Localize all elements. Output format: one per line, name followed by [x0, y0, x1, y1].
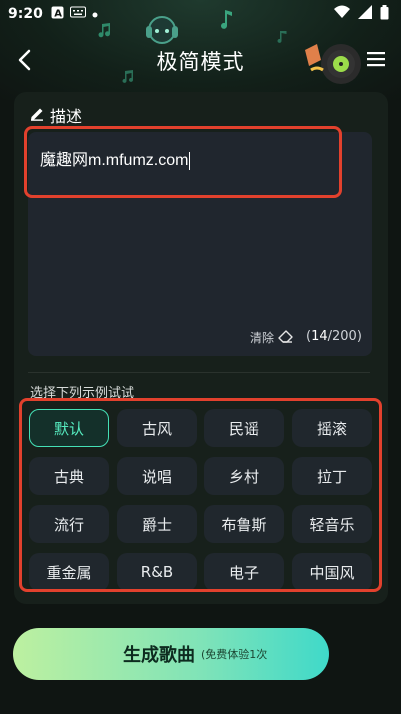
- highlight-box-examples: [19, 398, 382, 592]
- description-label-text: 描述: [50, 107, 83, 126]
- status-bar: 9:20 A: [0, 0, 401, 28]
- edit-icon: [30, 106, 44, 125]
- eraser-icon: [278, 329, 293, 346]
- signal-icon: [358, 5, 372, 23]
- generate-song-label: 生成歌曲: [123, 645, 195, 666]
- generate-song-button[interactable]: 生成歌曲 (免费体验1次: [13, 628, 329, 680]
- title-bar: 极简模式: [0, 40, 401, 80]
- page-title: 极简模式: [156, 50, 245, 74]
- free-trial-note: (免费体验1次: [201, 648, 268, 661]
- counter-current: 14: [311, 329, 328, 344]
- description-label: 描述: [30, 103, 82, 127]
- keyboard-icon: [69, 6, 86, 22]
- notification-a-icon: A: [51, 6, 64, 23]
- svg-text:A: A: [54, 8, 62, 19]
- counter-max: /200): [327, 329, 362, 344]
- clear-label: 清除: [250, 331, 275, 345]
- battery-icon: [380, 4, 389, 24]
- dot-icon: [92, 6, 98, 22]
- highlight-box-description: [24, 126, 342, 198]
- status-time: 9:20: [8, 6, 43, 22]
- char-counter: (14/200): [306, 329, 362, 344]
- menu-icon[interactable]: [365, 48, 387, 70]
- wifi-icon: [334, 5, 350, 23]
- clear-button[interactable]: 清除: [250, 329, 293, 346]
- divider: [28, 372, 370, 373]
